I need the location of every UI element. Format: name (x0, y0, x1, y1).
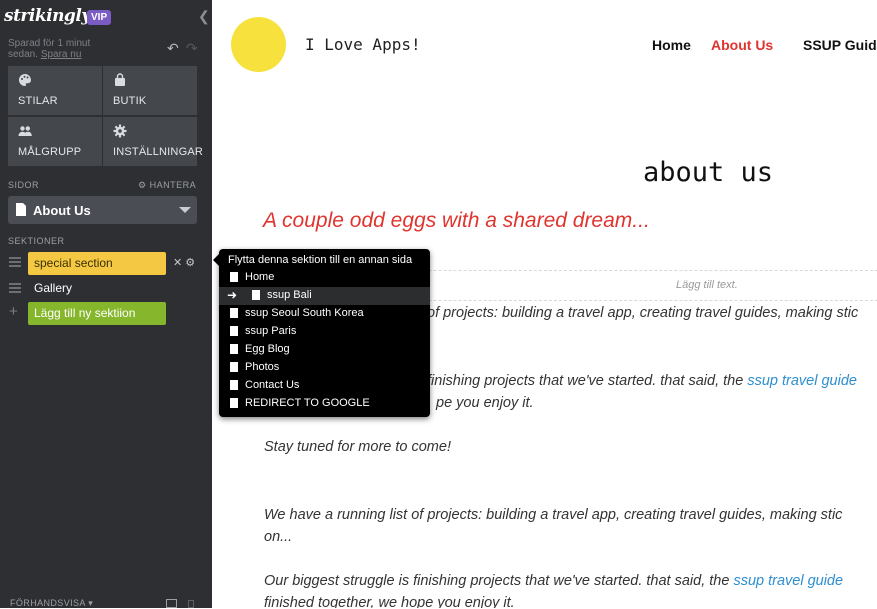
vip-badge: VIP (87, 10, 112, 25)
drag-handle-icon[interactable] (9, 257, 21, 267)
section-item-gallery[interactable]: Gallery (28, 277, 78, 300)
undo-icon[interactable]: ↶ (167, 40, 179, 57)
chevron-down-icon: ▾ (88, 598, 94, 608)
document-icon (230, 362, 238, 372)
strikingly-logo[interactable]: strikingly (4, 6, 91, 26)
page-selector[interactable]: About Us (8, 196, 197, 224)
audience-label: MÅLGRUPP (18, 146, 82, 158)
move-target-home[interactable]: Home (219, 269, 430, 287)
current-page-label: About Us (33, 203, 91, 218)
paragraph-struggle-partial[interactable]: finishing projects that we've started. t… (427, 370, 857, 392)
section-row: Gallery (0, 278, 212, 300)
document-icon (230, 398, 238, 408)
page-subheading[interactable]: A couple odd eggs with a shared dream... (263, 209, 650, 233)
paragraph-enjoy-partial[interactable]: pe you enjoy it. (436, 392, 534, 414)
manage-label: HANTERA (149, 180, 197, 190)
move-target-label: ssup Paris (245, 325, 297, 337)
add-text-placeholder[interactable]: Lägg till text. (676, 279, 738, 291)
styles-label: STILAR (18, 95, 58, 107)
pages-section-label: SIDOR (8, 180, 40, 190)
shopping-bag-icon (115, 73, 125, 86)
paragraph-projects-partial[interactable]: of projects: building a travel app, crea… (427, 302, 858, 324)
move-target-egg-blog[interactable]: Egg Blog (219, 341, 430, 359)
document-icon (230, 272, 238, 282)
plus-icon: + (9, 303, 18, 320)
paragraph-stay-tuned[interactable]: Stay tuned for more to come! (264, 436, 451, 458)
arrow-right-icon: ➜ (227, 288, 238, 302)
nav-ssup-guides[interactable]: SSUP Guid (803, 37, 877, 53)
document-icon (16, 203, 26, 216)
audience-button[interactable]: MÅLGRUPP (8, 117, 102, 166)
ssup-travel-guide-link[interactable]: ssup travel guide (733, 573, 843, 589)
settings-button[interactable]: INSTÄLLNINGAR (103, 117, 203, 166)
move-target-label: REDIRECT TO GOOGLE (245, 397, 370, 409)
section-tools: ✕ ⚙ (173, 256, 195, 269)
tool-grid: STILAR BUTIK MÅLGRUPP INSTÄLLNINGAR (8, 66, 203, 166)
move-target-label: Photos (245, 361, 280, 373)
nav-about-us[interactable]: About Us (711, 37, 773, 53)
document-icon (230, 308, 238, 318)
site-logo[interactable] (231, 17, 286, 72)
manage-pages-button[interactable]: ⚙ HANTERA (138, 180, 196, 191)
nav-home[interactable]: Home (652, 37, 691, 53)
sidebar-header: strikingly VIP ❮ (0, 0, 212, 36)
chevron-down-icon (179, 207, 191, 213)
move-target-label: Home (245, 271, 275, 283)
gear-icon (113, 124, 127, 138)
ssup-travel-guide-link[interactable]: ssup travel guide (747, 373, 857, 389)
desktop-view-icon[interactable] (166, 599, 177, 608)
sections-label: SEKTIONER (8, 236, 65, 246)
settings-label: INSTÄLLNINGAR (113, 146, 204, 158)
save-now-link[interactable]: Spara nu (41, 49, 82, 60)
palette-icon (19, 74, 31, 86)
add-section-row: + Lägg till ny sektiion (0, 302, 212, 325)
redo-icon[interactable]: ↷ (186, 40, 198, 57)
move-target-contact-us[interactable]: Contact Us (219, 377, 430, 395)
styles-button[interactable]: STILAR (8, 66, 102, 115)
move-section-popup: Flytta denna sektion till en annan sida … (213, 249, 430, 417)
move-target-ssup-bali[interactable]: ➜ ssup Bali (219, 287, 430, 305)
paragraph-line: finished together, we hope you enjoy it. (264, 595, 515, 608)
paragraph-text: finishing projects that we've started. t… (427, 373, 748, 389)
paragraph-struggle[interactable]: Our biggest struggle is finishing projec… (264, 570, 843, 608)
save-status: Sparad för 1 minut sedan. Spara nu (8, 38, 118, 60)
move-target-label: Egg Blog (245, 343, 290, 355)
delete-section-icon[interactable]: ✕ (173, 257, 182, 269)
section-item-special[interactable]: special section (28, 252, 166, 275)
document-icon (230, 380, 238, 390)
people-icon (18, 126, 32, 136)
preview-label: FÖRHANDSVISA (10, 598, 86, 608)
move-target-redirect[interactable]: REDIRECT TO GOOGLE (219, 395, 430, 413)
page-heading[interactable]: about us (643, 157, 773, 188)
paragraph-line: We have a running list of projects: buil… (264, 507, 843, 523)
mobile-view-icon[interactable] (188, 600, 194, 608)
collapse-sidebar-icon[interactable]: ❮ (198, 8, 210, 25)
move-target-ssup-seoul[interactable]: ssup Seoul South Korea (219, 305, 430, 323)
popup-title: Flytta denna sektion till en annan sida (228, 254, 413, 266)
store-button[interactable]: BUTIK (103, 66, 197, 115)
editor-sidebar: strikingly VIP ❮ Sparad för 1 minut seda… (0, 0, 212, 608)
store-label: BUTIK (113, 95, 147, 107)
paragraph-projects[interactable]: We have a running list of projects: buil… (264, 504, 842, 548)
add-section-button[interactable]: Lägg till ny sektiion (28, 302, 166, 325)
move-target-label: ssup Bali (267, 289, 312, 301)
move-target-label: ssup Seoul South Korea (245, 307, 364, 319)
paragraph-line: on... (264, 529, 293, 545)
gear-icon: ⚙ (138, 180, 147, 190)
move-target-label: Contact Us (245, 379, 300, 391)
section-row: special section ✕ ⚙ (0, 252, 212, 275)
drag-handle-icon[interactable] (9, 283, 21, 293)
move-target-photos[interactable]: Photos (219, 359, 430, 377)
site-title[interactable]: I Love Apps! (305, 35, 421, 54)
section-settings-icon[interactable]: ⚙ (185, 257, 195, 269)
paragraph-text: Our biggest struggle is finishing projec… (264, 573, 734, 589)
document-icon (230, 344, 238, 354)
document-icon (230, 326, 238, 336)
move-target-ssup-paris[interactable]: ssup Paris (219, 323, 430, 341)
popup-arrow (213, 254, 219, 266)
document-icon (252, 290, 260, 300)
preview-button[interactable]: FÖRHANDSVISA ▾ (10, 598, 93, 609)
